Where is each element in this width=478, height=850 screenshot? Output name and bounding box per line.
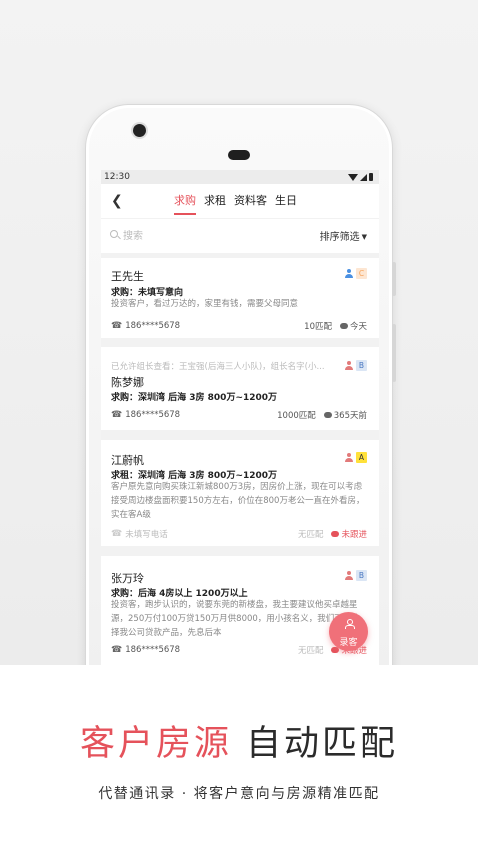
phone-icon: ☎ bbox=[111, 529, 123, 539]
customer-name: 陈梦娜 bbox=[111, 376, 144, 389]
follow-status: 未跟进 bbox=[331, 528, 367, 540]
level-badge: B bbox=[356, 360, 367, 371]
signal-icon bbox=[360, 173, 367, 181]
person-icon bbox=[345, 570, 353, 581]
add-customer-button[interactable]: 录客 bbox=[329, 612, 368, 651]
visibility-note: 已允许组长查看：王宝强(后海三人小队)，组长名字(小... bbox=[111, 362, 325, 372]
match-count[interactable]: 无匹配 bbox=[298, 644, 324, 656]
front-camera bbox=[133, 124, 146, 137]
match-count[interactable]: 无匹配 bbox=[298, 528, 324, 540]
phone-icon: ☎ bbox=[111, 645, 123, 655]
phone-icon: ☎ bbox=[111, 410, 123, 420]
person-icon bbox=[345, 452, 353, 463]
level-badge: C bbox=[356, 268, 367, 279]
level-badge: B bbox=[356, 570, 367, 581]
phone-icon: ☎ bbox=[111, 321, 123, 331]
volume-down-button bbox=[392, 324, 396, 382]
person-icon bbox=[345, 619, 355, 629]
follow-status: 365天前 bbox=[323, 409, 367, 421]
wifi-icon bbox=[348, 173, 358, 181]
phone-number[interactable]: ☎ 186****5678 bbox=[111, 321, 180, 331]
status-bar: 12:30 bbox=[101, 170, 379, 184]
sort-filter-button[interactable]: 排序筛选 ▼ bbox=[320, 228, 367, 243]
customer-card[interactable]: 张万玲 B 求购：后海 4房以上 1200万以上 投资客，跑步认识的，说要东莞的… bbox=[101, 556, 379, 665]
tab-rent[interactable]: 求租 bbox=[204, 184, 226, 218]
person-icon bbox=[345, 360, 353, 371]
chat-bubble-icon bbox=[331, 531, 340, 537]
person-icon bbox=[345, 268, 353, 279]
match-count[interactable]: 10匹配 bbox=[304, 320, 332, 332]
app-screen: 12:30 ❮ 求购 求租 资料客 生日 排序筛选▼ 王先生 C 求购：未填写意… bbox=[101, 170, 379, 665]
volume-up-button bbox=[392, 262, 396, 296]
promo-headline: 客户房源 自动匹配 bbox=[79, 724, 399, 764]
tab-info-clients[interactable]: 资料客 bbox=[234, 184, 267, 218]
customer-name: 王先生 bbox=[111, 270, 144, 283]
phone-number[interactable]: ☎ 186****5678 bbox=[111, 645, 180, 655]
caret-down-icon: ▼ bbox=[361, 233, 367, 241]
back-chevron-left-icon[interactable]: ❮ bbox=[111, 192, 127, 210]
tab-buy[interactable]: 求购 bbox=[174, 184, 196, 218]
customer-description: 投资客户，看过万达的，家里有钱，需要父母同意 bbox=[111, 299, 299, 309]
customer-name: 江蔚帆 bbox=[111, 454, 144, 467]
match-count[interactable]: 1000匹配 bbox=[277, 409, 316, 421]
customer-name: 张万玲 bbox=[111, 572, 144, 585]
customer-request: 求购：深圳湾 后海 3房 800万~1200万 bbox=[111, 393, 278, 403]
customer-card[interactable]: 王先生 C 求购：未填写意向 投资客户，看过万达的，家里有钱，需要父母同意 ☎ 1… bbox=[101, 258, 379, 338]
promo-subline: 代替通讯录 · 将客户意向与房源精准匹配 bbox=[98, 786, 380, 802]
customer-card[interactable]: 已允许组长查看：王宝强(后海三人小队)，组长名字(小... B 陈梦娜 求购：深… bbox=[101, 347, 379, 430]
tab-bar: 求购 求租 资料客 生日 bbox=[174, 184, 297, 218]
customer-card[interactable]: 江蔚帆 A 求租：深圳湾 后海 3房 800万~1200万 客户原先意向购买珠江… bbox=[101, 440, 379, 546]
search-input[interactable] bbox=[123, 228, 243, 244]
search-icon bbox=[110, 230, 118, 238]
chat-bubble-icon bbox=[339, 323, 348, 329]
status-time: 12:30 bbox=[104, 172, 130, 182]
phone-number[interactable]: ☎ 未填写电话 bbox=[111, 528, 168, 540]
level-badge: A bbox=[356, 452, 367, 463]
tab-birthday[interactable]: 生日 bbox=[275, 184, 297, 218]
search-bar: 排序筛选▼ bbox=[101, 219, 379, 253]
customer-description: 客户原先意向购买珠江新城800万3房，因房价上涨，现在可以考虑接受周边楼盘面积要… bbox=[111, 482, 365, 520]
follow-status: 今天 bbox=[339, 320, 367, 332]
phone-number[interactable]: ☎ 186****5678 bbox=[111, 410, 180, 420]
phone-speaker bbox=[228, 150, 250, 160]
chat-bubble-icon bbox=[323, 412, 332, 418]
promo-panel: 客户房源 自动匹配 代替通讯录 · 将客户意向与房源精准匹配 bbox=[0, 665, 478, 850]
nav-bar: ❮ 求购 求租 资料客 生日 bbox=[101, 184, 379, 218]
battery-icon bbox=[369, 173, 373, 181]
